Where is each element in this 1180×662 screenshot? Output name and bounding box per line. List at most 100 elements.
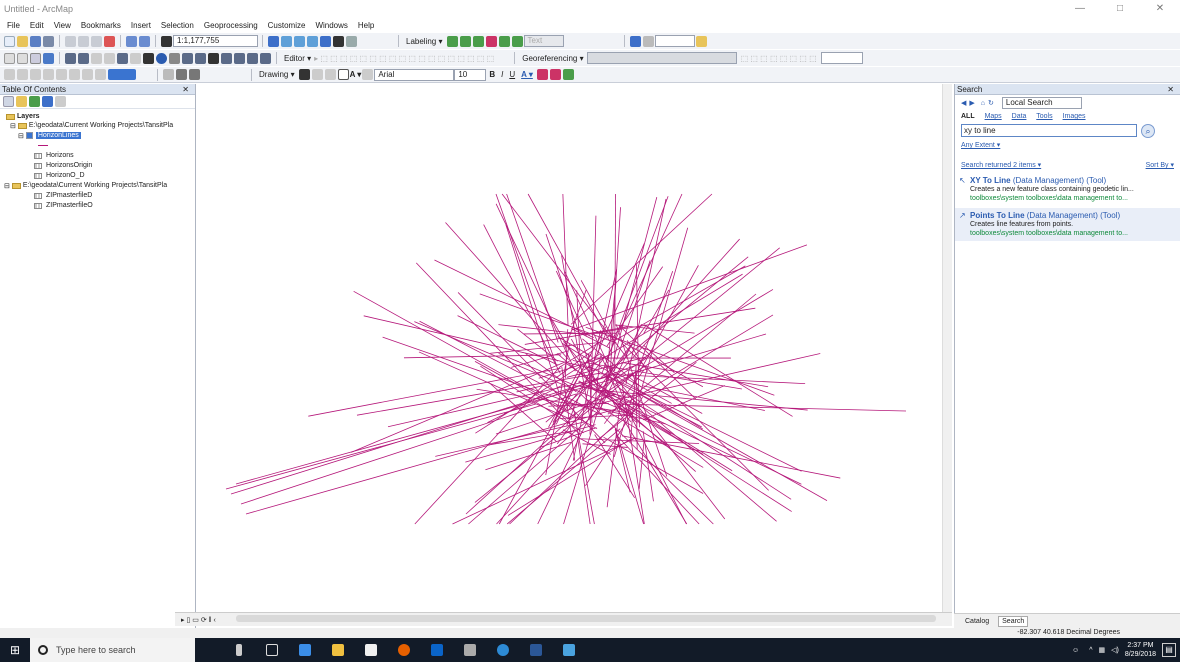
toc-table-horizono-d[interactable]: HorizonO_D bbox=[34, 171, 85, 180]
view-toggle-icon[interactable]: ▸ ▯ ▭ ⟳ ‖ ‹ bbox=[181, 616, 216, 624]
layout-tool-icon[interactable] bbox=[43, 69, 54, 80]
back-arrow-icon[interactable]: ◀ bbox=[961, 99, 966, 107]
find-route-icon[interactable] bbox=[221, 52, 232, 64]
copy-icon[interactable] bbox=[78, 35, 89, 47]
labeling-menu[interactable]: Labeling ▾ bbox=[403, 37, 446, 46]
search-result-points-to-line[interactable]: ↗ Points To Line (Data Management) (Tool… bbox=[955, 208, 1180, 241]
layout-tool-icon[interactable] bbox=[189, 69, 200, 80]
swipe-icon[interactable] bbox=[695, 35, 707, 47]
tab-all[interactable]: ALL bbox=[961, 113, 975, 120]
toc-layer-horizonlines[interactable]: ⊟ HorizonLines bbox=[18, 131, 81, 140]
store-icon[interactable] bbox=[357, 638, 385, 662]
map-display[interactable] bbox=[196, 84, 950, 616]
result-title[interactable]: XY To Line bbox=[970, 176, 1011, 185]
layout-tool-icon[interactable] bbox=[163, 69, 174, 80]
task-view-icon[interactable] bbox=[258, 638, 286, 662]
action-center-icon[interactable]: ▤ bbox=[1162, 643, 1176, 657]
refresh-icon[interactable]: ↻ bbox=[988, 99, 994, 107]
fill-color-icon[interactable] bbox=[536, 69, 548, 80]
fixed-zoom-in-icon[interactable] bbox=[65, 52, 76, 64]
marker-color-icon[interactable] bbox=[562, 69, 574, 80]
map-horizontal-scrollbar[interactable] bbox=[236, 615, 936, 622]
underline-button[interactable]: U bbox=[506, 70, 518, 79]
rotate-icon[interactable] bbox=[311, 69, 323, 80]
tab-images[interactable]: Images bbox=[1063, 113, 1086, 120]
label-priority-icon[interactable] bbox=[459, 35, 471, 47]
outlook-icon[interactable] bbox=[423, 638, 451, 662]
menu-view[interactable]: View bbox=[49, 21, 76, 30]
redo-icon[interactable] bbox=[139, 35, 150, 47]
modelbuilder-icon[interactable] bbox=[346, 35, 357, 47]
toc-close-button[interactable]: ✕ bbox=[182, 84, 189, 95]
print-icon[interactable] bbox=[43, 35, 54, 47]
font-color-button[interactable]: A ▾ bbox=[518, 70, 536, 79]
html-popup-icon[interactable] bbox=[182, 52, 193, 64]
font-combo[interactable]: Arial bbox=[374, 68, 455, 81]
layout-tool-icon[interactable] bbox=[4, 69, 15, 80]
catalog-icon[interactable] bbox=[294, 35, 305, 47]
search-scope-combo[interactable]: Local Search bbox=[1001, 97, 1082, 109]
hyperlink-icon[interactable] bbox=[169, 52, 180, 64]
undo-icon[interactable] bbox=[126, 35, 137, 47]
calculator-icon[interactable] bbox=[456, 638, 484, 662]
word-icon[interactable] bbox=[522, 638, 550, 662]
layer-checkbox[interactable] bbox=[25, 132, 33, 139]
menu-file[interactable]: File bbox=[2, 21, 25, 30]
volume-icon[interactable]: ◁) bbox=[1111, 646, 1119, 654]
edge-icon[interactable] bbox=[291, 638, 319, 662]
unplaced-labels-icon[interactable] bbox=[511, 35, 523, 47]
toc-icon[interactable] bbox=[281, 35, 292, 47]
toc-table-zipmasterfileo[interactable]: ZIPmasterfileO bbox=[34, 201, 93, 210]
fixed-zoom-out-icon[interactable] bbox=[78, 52, 89, 64]
layout-tool-icon[interactable] bbox=[95, 69, 106, 80]
toc-table-horizonsorigin[interactable]: HorizonsOrigin bbox=[34, 161, 92, 170]
editor-toolbar-icon[interactable] bbox=[268, 35, 279, 47]
file-explorer-icon[interactable] bbox=[324, 638, 352, 662]
list-by-drawing-order-icon[interactable] bbox=[3, 96, 14, 107]
bold-button[interactable]: B bbox=[486, 70, 498, 79]
toc-group-2[interactable]: ⊟ E:\geodata\Current Working Projects\Ta… bbox=[4, 181, 167, 190]
pause-labeling-icon[interactable] bbox=[498, 35, 510, 47]
arctoolbox-icon[interactable] bbox=[320, 35, 331, 47]
rectangle-icon[interactable] bbox=[337, 69, 349, 80]
find-icon[interactable] bbox=[208, 52, 219, 64]
label-weights-icon[interactable] bbox=[472, 35, 484, 47]
python-icon[interactable] bbox=[333, 35, 344, 47]
layout-color-icon[interactable] bbox=[108, 69, 136, 80]
network-icon[interactable]: ▦ bbox=[1099, 646, 1106, 654]
menu-customize[interactable]: Customize bbox=[263, 21, 311, 30]
text-combo[interactable]: Text bbox=[523, 35, 564, 47]
menu-insert[interactable]: Insert bbox=[126, 21, 156, 30]
layout-tool-icon[interactable] bbox=[56, 69, 67, 80]
menu-selection[interactable]: Selection bbox=[156, 21, 199, 30]
maps-icon[interactable] bbox=[489, 638, 517, 662]
select-elements-icon[interactable] bbox=[143, 52, 154, 64]
home-icon[interactable]: ⌂ bbox=[981, 100, 985, 107]
menu-edit[interactable]: Edit bbox=[25, 21, 49, 30]
menu-bookmarks[interactable]: Bookmarks bbox=[76, 21, 126, 30]
add-data-icon[interactable] bbox=[161, 35, 172, 47]
cut-icon[interactable] bbox=[65, 35, 76, 47]
create-viewer-icon[interactable] bbox=[260, 52, 271, 64]
label-manager-icon[interactable] bbox=[446, 35, 458, 47]
search-input[interactable] bbox=[961, 124, 1137, 137]
search-close-button[interactable]: ✕ bbox=[1167, 84, 1174, 95]
show-hidden-icons[interactable]: ^ bbox=[1089, 647, 1092, 654]
zoom-out-icon[interactable] bbox=[17, 52, 28, 64]
layout-tool-icon[interactable] bbox=[69, 69, 80, 80]
line-color-icon[interactable] bbox=[549, 69, 561, 80]
search-result-xy-to-line[interactable]: ↖ XY To Line (Data Management) (Tool) Cr… bbox=[955, 173, 1180, 206]
list-by-selection-icon[interactable] bbox=[42, 96, 53, 107]
italic-button[interactable]: I bbox=[498, 70, 506, 79]
identify-icon[interactable] bbox=[156, 52, 167, 64]
select-elements-icon[interactable] bbox=[298, 69, 310, 80]
tab-data[interactable]: Data bbox=[1012, 113, 1027, 120]
font-size-combo[interactable]: 10 bbox=[454, 68, 487, 81]
search-window-icon[interactable] bbox=[307, 35, 318, 47]
options-icon[interactable] bbox=[55, 96, 66, 107]
list-by-visibility-icon[interactable] bbox=[29, 96, 40, 107]
catalog-tab[interactable]: Catalog bbox=[962, 617, 992, 626]
menu-help[interactable]: Help bbox=[353, 21, 379, 30]
tab-tools[interactable]: Tools bbox=[1036, 113, 1052, 120]
layout-tool-icon[interactable] bbox=[82, 69, 93, 80]
